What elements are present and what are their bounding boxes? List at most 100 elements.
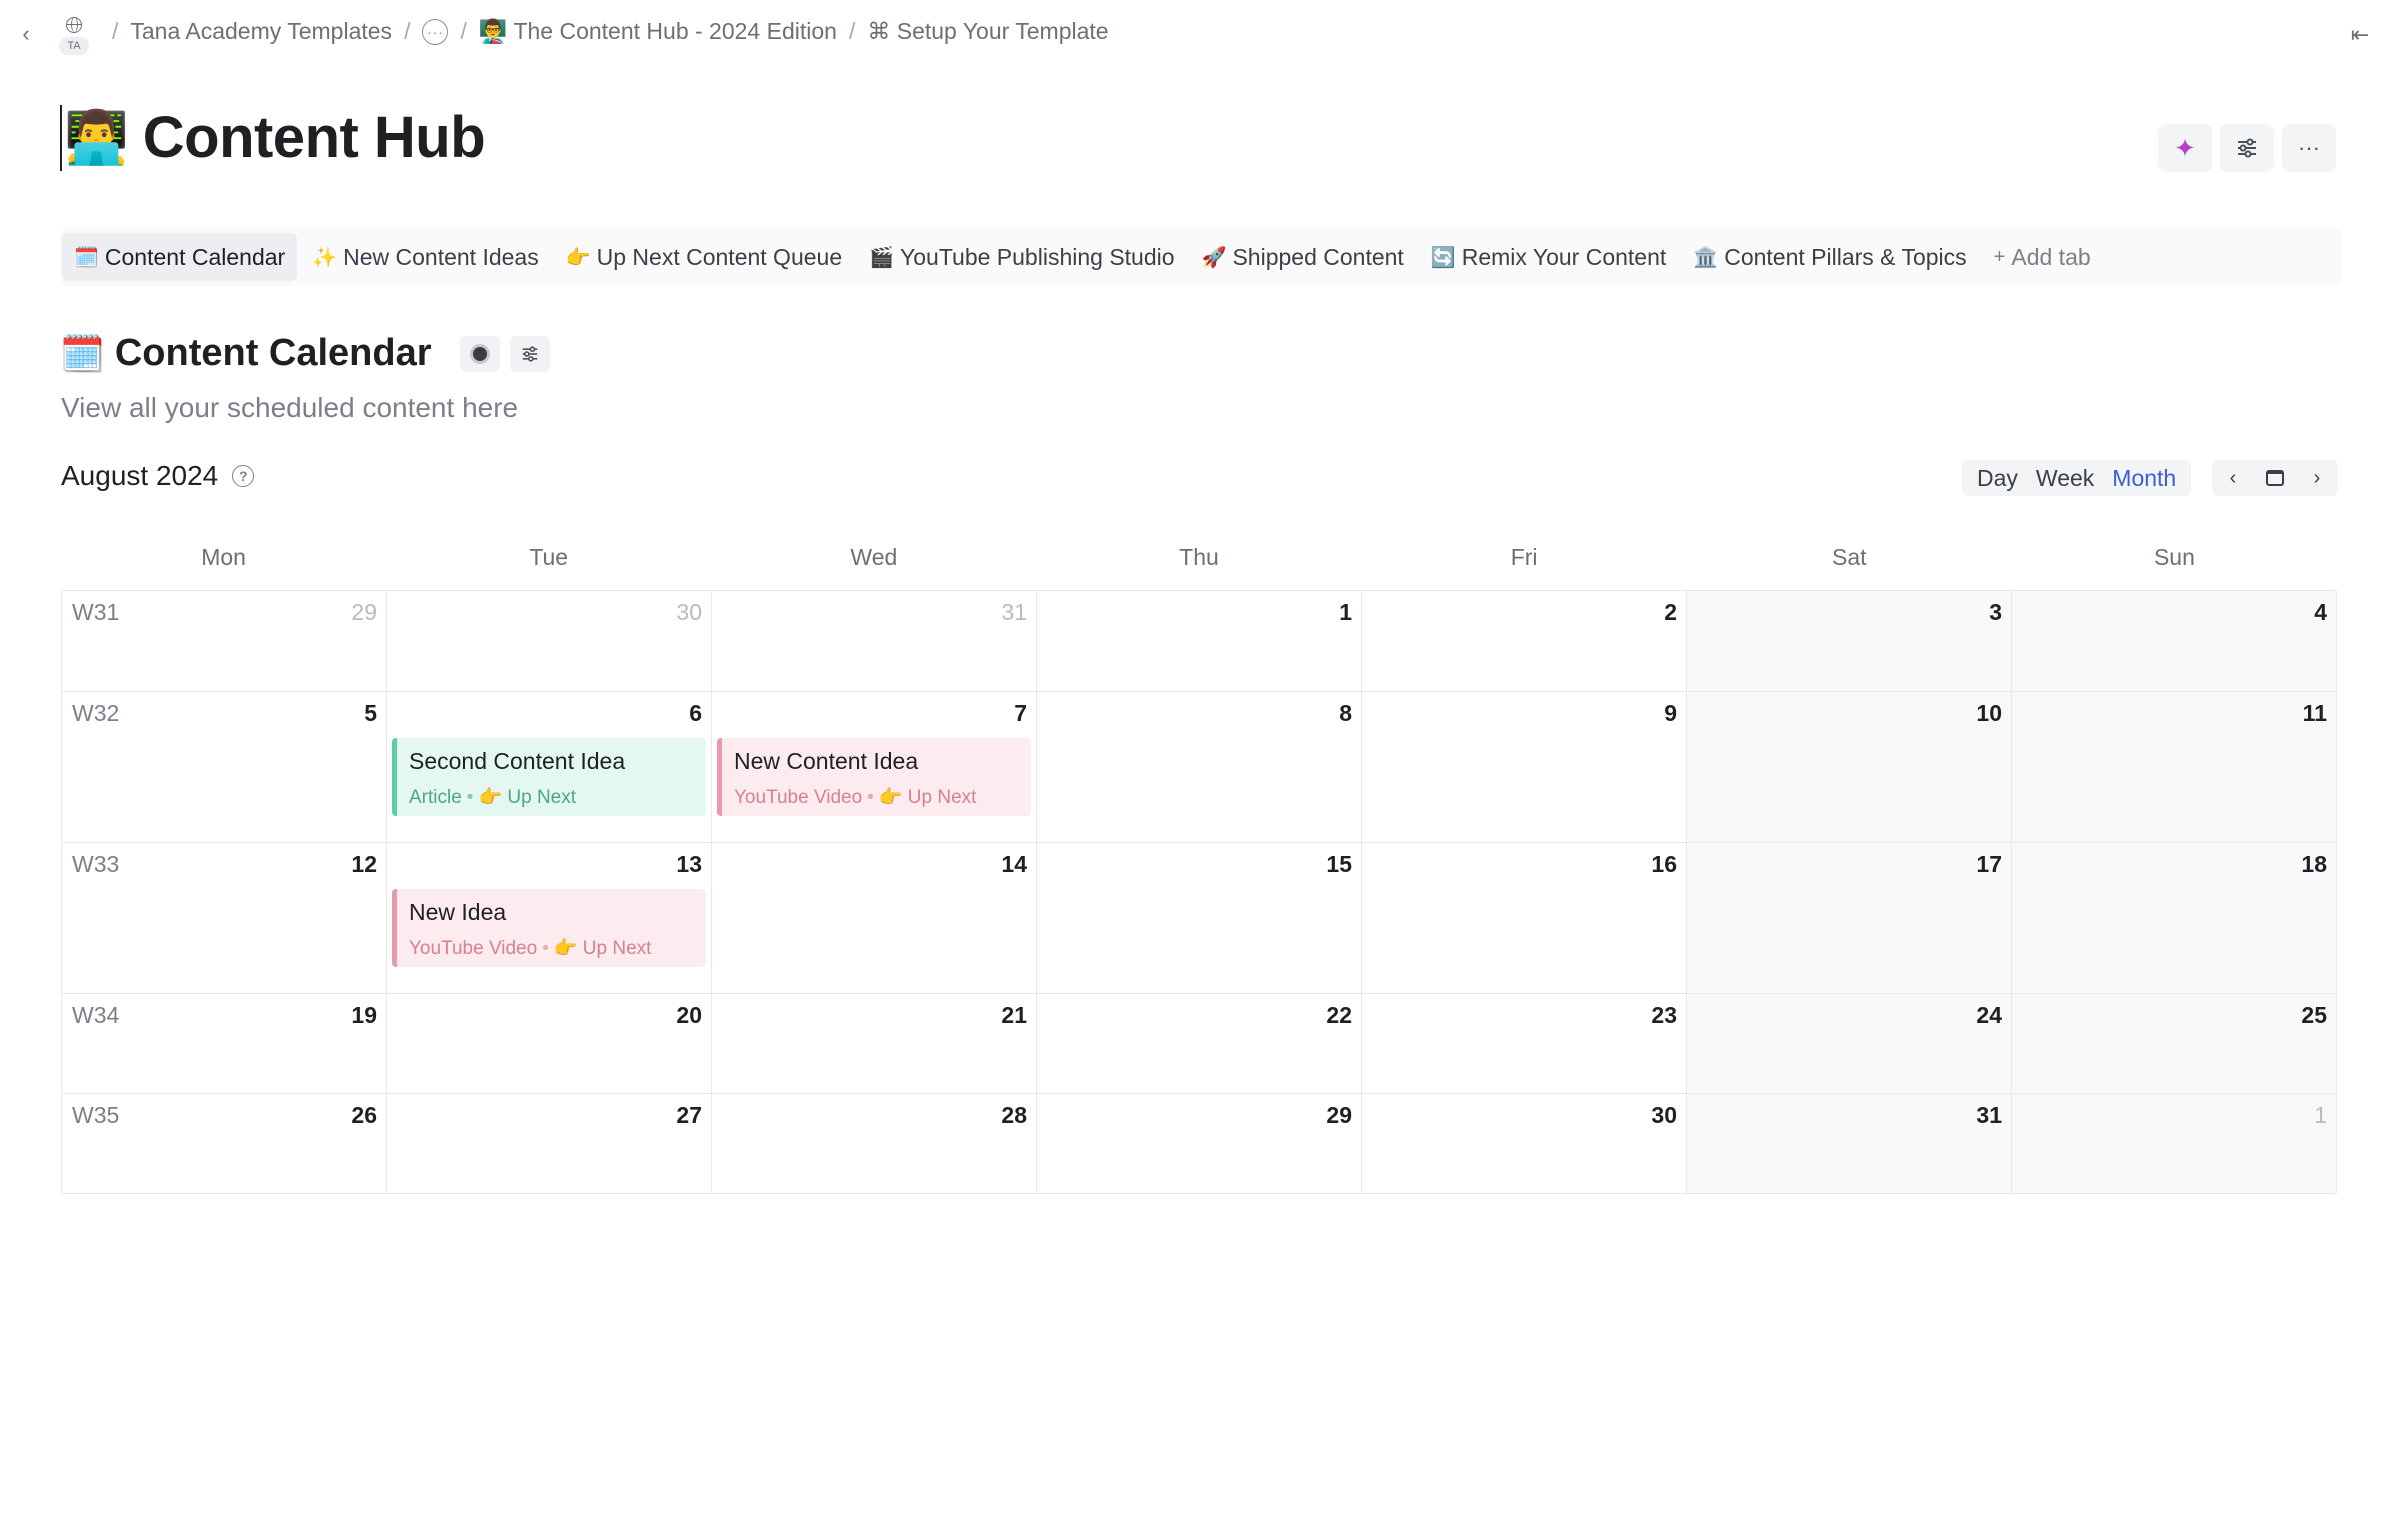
day-number: 14 xyxy=(1001,851,1027,877)
day-number: 18 xyxy=(2301,851,2327,877)
calendar-day-cell[interactable]: 25 xyxy=(2011,994,2336,1093)
calendar-day-cell[interactable]: 22 xyxy=(1036,994,1361,1093)
calendar-day-cell[interactable]: 8 xyxy=(1036,692,1361,842)
breadcrumb-separator: / xyxy=(460,18,467,44)
calendar-day-cell[interactable]: 10 xyxy=(1686,692,2011,842)
calendar-day-cell[interactable]: 23 xyxy=(1361,994,1686,1093)
day-number: 16 xyxy=(1651,851,1677,877)
section-view-options-button[interactable] xyxy=(509,335,550,372)
calendar-day-cell[interactable]: 7 New Content Idea YouTube Video • 👉 Up Next xyxy=(711,692,1036,842)
calendar-day-cell[interactable]: 30 xyxy=(386,591,711,691)
calendar-day-cell[interactable]: 4 xyxy=(2011,591,2336,691)
sliders-icon xyxy=(2238,138,2256,158)
view-option-month[interactable]: Month xyxy=(2103,465,2185,492)
calendar-day-cell[interactable]: 14 xyxy=(711,843,1036,993)
calendar-day-cell[interactable]: 11 xyxy=(2011,692,2336,842)
add-tab-button[interactable]: + Add tab xyxy=(1982,233,2103,281)
weekday-sat: Sat xyxy=(1832,544,1867,570)
calendar-day-cell[interactable]: 9 xyxy=(1361,692,1686,842)
breadcrumb-item-content-hub[interactable]: 👨‍🏫 The Content Hub - 2024 Edition xyxy=(479,18,837,45)
calendar-day-cell[interactable]: 21 xyxy=(711,994,1036,1093)
day-number: 31 xyxy=(1001,599,1027,625)
event-type: Article xyxy=(409,787,462,808)
more-horizontal-icon: ··· xyxy=(2298,135,2320,160)
calendar-day-cell[interactable]: 3 xyxy=(1686,591,2011,691)
week-number: W34 xyxy=(72,1002,120,1028)
week-number: W35 xyxy=(72,1102,120,1128)
calendar-day-cell[interactable]: W32 5 xyxy=(62,692,386,842)
tab-content-pillars-topics[interactable]: 🏛️ Content Pillars & Topics xyxy=(1681,233,1978,281)
calendar-day-cell[interactable]: 18 xyxy=(2011,843,2336,993)
tab-emoji: 🎬 xyxy=(869,246,895,269)
event-card[interactable]: New Content Idea YouTube Video • 👉 Up Next xyxy=(717,738,1031,816)
calendar-day-cell[interactable]: 1 xyxy=(2011,1094,2336,1193)
tab-label: YouTube Publishing Studio xyxy=(900,243,1175,270)
calendar-day-cell[interactable]: 31 xyxy=(711,591,1036,691)
help-icon[interactable]: ? xyxy=(232,465,255,487)
panel-collapse-icon[interactable]: ⇤ xyxy=(2346,22,2374,48)
tab-up-next-content-queue[interactable]: 👉 Up Next Content Queue xyxy=(554,233,854,281)
workspace-switcher[interactable]: TA xyxy=(58,12,90,60)
day-number: 4 xyxy=(2314,599,2327,625)
calendar-day-cell[interactable]: 15 xyxy=(1036,843,1361,993)
more-options-button[interactable]: ··· xyxy=(2282,124,2336,172)
ai-sparkle-button[interactable]: ✦ xyxy=(2158,124,2212,172)
calendar-day-cell[interactable]: 20 xyxy=(386,994,711,1093)
more-circle-icon[interactable]: ··· xyxy=(422,18,449,45)
day-number: 31 xyxy=(1976,1102,2002,1128)
tab-new-content-ideas[interactable]: ✨ New Content Ideas xyxy=(300,233,551,281)
calendar-day-cell[interactable]: 28 xyxy=(711,1094,1036,1193)
calendar-day-cell[interactable]: 16 xyxy=(1361,843,1686,993)
chevron-right-icon[interactable]: › xyxy=(2301,462,2333,494)
calendar-day-cell[interactable]: 31 xyxy=(1686,1094,2011,1193)
day-number: 19 xyxy=(351,1002,377,1028)
month-text[interactable]: August 2024 xyxy=(61,460,218,492)
record-button[interactable] xyxy=(459,335,500,372)
week-number: W31 xyxy=(72,599,120,625)
calendar-day-cell[interactable]: 2 xyxy=(1361,591,1686,691)
calendar-week-row: W31 29 30 31 1 2 3 4 xyxy=(62,591,2336,691)
event-card[interactable]: Second Content Idea Article • 👉 Up Next xyxy=(392,738,706,816)
view-option-week[interactable]: Week xyxy=(2027,465,2103,492)
day-number: 23 xyxy=(1651,1002,1677,1028)
tab-bar: 🗓️ Content Calendar ✨ New Content Ideas 👉 Up … xyxy=(60,228,2342,286)
breadcrumb-item-workspace[interactable]: Tana Academy Templates xyxy=(130,18,392,45)
chevron-left-icon[interactable]: ‹ xyxy=(2217,462,2249,494)
calendar-day-cell[interactable]: W34 19 xyxy=(62,994,386,1093)
weekday-sun: Sun xyxy=(2153,544,2195,570)
calendar-day-cell[interactable]: 6 Second Content Idea Article • 👉 Up Next xyxy=(386,692,711,842)
calendar-day-cell[interactable]: 13 New Idea YouTube Video • 👉 Up Next xyxy=(386,843,711,993)
meta-separator: • xyxy=(542,938,549,959)
tab-emoji: 🏛️ xyxy=(1693,246,1719,269)
event-type: YouTube Video xyxy=(734,787,863,808)
event-meta: YouTube Video • 👉 Up Next xyxy=(734,785,1021,809)
calendar-day-cell[interactable]: 29 xyxy=(1036,1094,1361,1193)
calendar-day-cell[interactable]: W31 29 xyxy=(62,591,386,691)
page-title[interactable]: Content Hub xyxy=(143,104,486,171)
calendar-day-cell[interactable]: 24 xyxy=(1686,994,2011,1093)
calendar-day-cell[interactable]: W35 26 xyxy=(62,1094,386,1193)
day-number: 29 xyxy=(1326,1102,1352,1128)
tab-shipped-content[interactable]: 🚀 Shipped Content xyxy=(1190,233,1416,281)
today-button[interactable] xyxy=(2259,462,2291,494)
calendar-day-cell[interactable]: 27 xyxy=(386,1094,711,1193)
calendar-day-cell[interactable]: 17 xyxy=(1686,843,2011,993)
calendar-day-cell[interactable]: W33 12 xyxy=(62,843,386,993)
day-number: 1 xyxy=(2314,1102,2327,1128)
breadcrumb-item-setup[interactable]: ⌘ Setup Your Template xyxy=(867,18,1108,45)
weekday-tue: Tue xyxy=(529,544,569,570)
tab-youtube-publishing-studio[interactable]: 🎬 YouTube Publishing Studio xyxy=(857,233,1186,281)
calendar-day-cell[interactable]: 30 xyxy=(1361,1094,1686,1193)
back-chevron-icon[interactable]: ‹ xyxy=(12,20,40,48)
tab-content-calendar[interactable]: 🗓️ Content Calendar xyxy=(62,233,298,281)
event-type: YouTube Video xyxy=(409,938,538,959)
day-number: 30 xyxy=(676,599,702,625)
section-title[interactable]: Content Calendar xyxy=(115,332,432,375)
page-title-emoji[interactable]: 👨‍💻 xyxy=(64,112,129,164)
calendar-day-cell[interactable]: 1 xyxy=(1036,591,1361,691)
tab-remix-your-content[interactable]: 🔄 Remix Your Content xyxy=(1419,233,1678,281)
view-options-button[interactable] xyxy=(2220,124,2274,172)
tab-emoji: 🗓️ xyxy=(74,246,99,269)
event-card[interactable]: New Idea YouTube Video • 👉 Up Next xyxy=(392,889,706,967)
view-option-day[interactable]: Day xyxy=(1968,465,2027,492)
